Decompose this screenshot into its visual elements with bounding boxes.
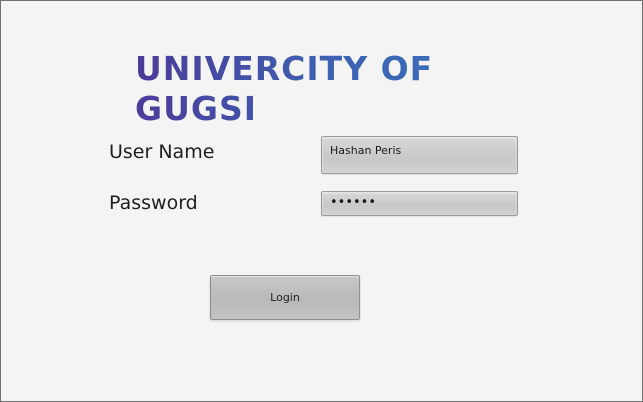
login-button-label: Login <box>270 291 300 304</box>
login-button[interactable]: Login <box>210 275 360 320</box>
username-field[interactable]: Hashan Peris <box>321 136 518 174</box>
username-label: User Name <box>109 141 215 163</box>
password-label: Password <box>109 192 198 214</box>
login-window: UNIVERCITY OF GUGSI User Name Hashan Per… <box>0 0 643 402</box>
app-title: UNIVERCITY OF GUGSI <box>135 49 535 129</box>
password-field[interactable]: •••••• <box>321 191 518 216</box>
